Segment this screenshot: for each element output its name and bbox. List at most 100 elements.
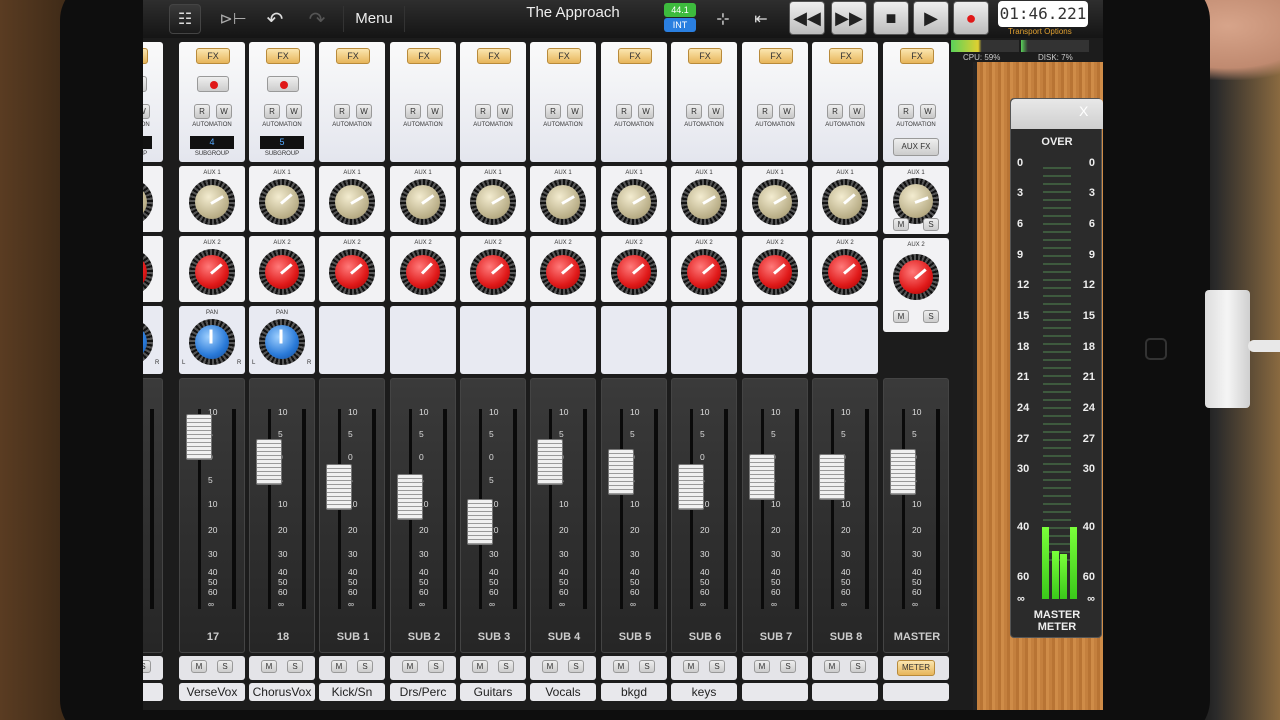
automation-write-button[interactable]: W bbox=[143, 104, 150, 119]
volume-fader[interactable] bbox=[467, 499, 493, 545]
mute-button[interactable]: M bbox=[893, 310, 909, 323]
home-button[interactable] bbox=[1145, 338, 1167, 360]
volume-fader[interactable] bbox=[397, 474, 423, 520]
volume-fader[interactable] bbox=[819, 454, 845, 500]
meter-toggle-button[interactable]: METER bbox=[897, 660, 935, 676]
solo-button[interactable]: S bbox=[709, 660, 725, 673]
aux2-knob[interactable] bbox=[752, 249, 798, 295]
track-name[interactable]: Guitars bbox=[460, 683, 526, 701]
play-button[interactable]: ▶ bbox=[913, 1, 949, 35]
automation-read-button[interactable]: R bbox=[545, 104, 561, 119]
aux-fx-button[interactable]: AUX FX bbox=[893, 138, 939, 156]
mute-button[interactable]: M bbox=[683, 660, 699, 673]
mute-button[interactable]: M bbox=[542, 660, 558, 673]
track-name[interactable]: Vocals bbox=[530, 683, 596, 701]
track-name[interactable]: Drs/Perc bbox=[390, 683, 456, 701]
volume-fader[interactable] bbox=[608, 449, 634, 495]
aux1-knob[interactable] bbox=[143, 179, 153, 225]
volume-fader[interactable] bbox=[749, 454, 775, 500]
fx-button[interactable]: FX bbox=[759, 48, 793, 64]
aux2-knob[interactable] bbox=[681, 249, 727, 295]
time-display[interactable]: 01:46.221 bbox=[998, 1, 1088, 27]
solo-button[interactable]: S bbox=[850, 660, 866, 673]
mute-button[interactable]: M bbox=[472, 660, 488, 673]
track-name[interactable]: keys bbox=[671, 683, 737, 701]
fx-button[interactable]: FX bbox=[336, 48, 370, 64]
redo-icon[interactable]: ↷ bbox=[301, 4, 333, 34]
fast-forward-button[interactable]: ▶▶ bbox=[831, 1, 867, 35]
fx-button[interactable]: FX bbox=[900, 48, 934, 64]
aux1-knob[interactable] bbox=[540, 179, 586, 225]
fx-button[interactable]: FX bbox=[547, 48, 581, 64]
aux2-knob[interactable] bbox=[189, 249, 235, 295]
fx-button[interactable]: FX bbox=[688, 48, 722, 64]
aux2-knob[interactable] bbox=[893, 254, 939, 300]
go-to-start-icon[interactable]: ⇤ bbox=[745, 4, 777, 34]
track-name[interactable]: Vox bbox=[143, 683, 163, 701]
automation-read-button[interactable]: R bbox=[264, 104, 280, 119]
mute-button[interactable]: M bbox=[331, 660, 347, 673]
aux2-knob[interactable] bbox=[470, 249, 516, 295]
aux1-knob[interactable] bbox=[329, 179, 375, 225]
solo-button[interactable]: S bbox=[923, 310, 939, 323]
aux1-knob[interactable] bbox=[681, 179, 727, 225]
subgroup-display[interactable]: 5 bbox=[260, 136, 304, 149]
automation-write-button[interactable]: W bbox=[849, 104, 865, 119]
fx-button[interactable]: FX bbox=[266, 48, 300, 64]
fx-routing-icon[interactable]: ⊳⊢ bbox=[217, 4, 249, 34]
aux1-knob[interactable] bbox=[259, 179, 305, 225]
track-name[interactable]: Kick/Sn bbox=[319, 683, 385, 701]
solo-button[interactable]: S bbox=[428, 660, 444, 673]
mute-button[interactable]: M bbox=[261, 660, 277, 673]
aux1-knob[interactable] bbox=[400, 179, 446, 225]
automation-read-button[interactable]: R bbox=[405, 104, 421, 119]
undo-icon[interactable]: ↶ bbox=[259, 4, 291, 34]
volume-fader[interactable] bbox=[537, 439, 563, 485]
automation-write-button[interactable]: W bbox=[638, 104, 654, 119]
solo-button[interactable]: S bbox=[568, 660, 584, 673]
volume-fader[interactable] bbox=[256, 439, 282, 485]
automation-read-button[interactable]: R bbox=[827, 104, 843, 119]
aux2-knob[interactable] bbox=[259, 249, 305, 295]
track-name[interactable] bbox=[883, 683, 949, 701]
solo-button[interactable]: S bbox=[217, 660, 233, 673]
record-button[interactable]: ● bbox=[953, 1, 989, 35]
automation-write-button[interactable]: W bbox=[920, 104, 936, 119]
aux1-knob[interactable] bbox=[822, 179, 868, 225]
solo-button[interactable]: S bbox=[639, 660, 655, 673]
mute-button[interactable]: M bbox=[824, 660, 840, 673]
automation-read-button[interactable]: R bbox=[686, 104, 702, 119]
stop-button[interactable]: ■ bbox=[873, 1, 909, 35]
close-icon[interactable]: X bbox=[1079, 103, 1088, 119]
solo-button[interactable]: S bbox=[923, 218, 939, 231]
automation-write-button[interactable]: W bbox=[779, 104, 795, 119]
mute-button[interactable]: M bbox=[402, 660, 418, 673]
automation-write-button[interactable]: W bbox=[497, 104, 513, 119]
volume-fader[interactable] bbox=[678, 464, 704, 510]
mute-button[interactable]: M bbox=[613, 660, 629, 673]
automation-write-button[interactable]: W bbox=[286, 104, 302, 119]
aux2-knob[interactable] bbox=[540, 249, 586, 295]
mute-button[interactable]: M bbox=[893, 218, 909, 231]
fx-button[interactable]: FX bbox=[829, 48, 863, 64]
pan-knob[interactable] bbox=[259, 319, 305, 365]
automation-write-button[interactable]: W bbox=[356, 104, 372, 119]
track-name[interactable]: bkgd bbox=[601, 683, 667, 701]
rewind-button[interactable]: ◀◀ bbox=[789, 1, 825, 35]
record-arm-button[interactable] bbox=[267, 76, 299, 92]
aux1-knob[interactable] bbox=[752, 179, 798, 225]
volume-fader[interactable] bbox=[186, 414, 212, 460]
aux2-knob[interactable] bbox=[822, 249, 868, 295]
automation-write-button[interactable]: W bbox=[708, 104, 724, 119]
subgroup-display[interactable] bbox=[143, 136, 152, 149]
automation-read-button[interactable]: R bbox=[194, 104, 210, 119]
fx-button[interactable]: FX bbox=[407, 48, 441, 64]
fx-button[interactable]: FX bbox=[618, 48, 652, 64]
mute-button[interactable]: M bbox=[754, 660, 770, 673]
pan-knob[interactable] bbox=[143, 319, 153, 365]
automation-read-button[interactable]: R bbox=[898, 104, 914, 119]
automation-read-button[interactable]: R bbox=[334, 104, 350, 119]
solo-button[interactable]: S bbox=[780, 660, 796, 673]
automation-read-button[interactable]: R bbox=[757, 104, 773, 119]
aux2-knob[interactable] bbox=[611, 249, 657, 295]
